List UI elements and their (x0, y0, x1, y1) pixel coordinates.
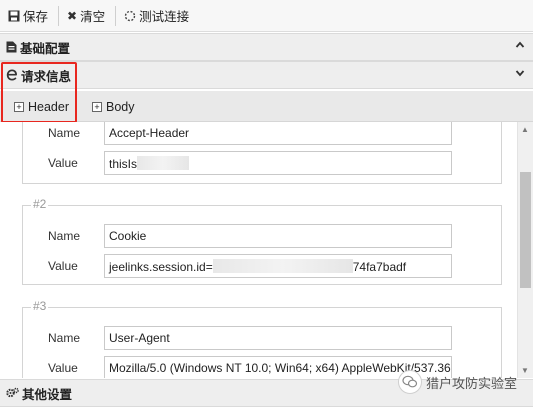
name-label: Name (48, 126, 81, 140)
header-value-prefix: jeelinks.session.id= (109, 260, 213, 274)
header-name-input[interactable]: Accept-Header (104, 122, 452, 145)
name-label: Name (48, 229, 81, 243)
header-name-input[interactable]: Cookie (104, 224, 452, 248)
vertical-scrollbar[interactable]: ▲ ▼ (517, 122, 533, 378)
clear-label: 清空 (80, 10, 106, 24)
save-icon (8, 10, 20, 22)
save-button[interactable]: 保存 (6, 0, 56, 32)
toolbar: 保存 ✖ 清空 测试连接 (0, 0, 533, 32)
scroll-up-arrow-icon[interactable]: ▲ (521, 125, 529, 134)
section-basic-config-title: 基础配置 (20, 41, 71, 56)
chevron-up-icon[interactable] (515, 40, 525, 53)
value-label: Value (48, 259, 78, 273)
redacted-blur (137, 156, 190, 170)
gears-icon (6, 387, 19, 399)
value-label: Value (48, 156, 78, 170)
header-name-value: Cookie (109, 229, 147, 243)
header-entry: Name Accept-Header Value thisIs (22, 122, 502, 184)
section-basic-config[interactable]: 基础配置 (0, 33, 533, 61)
plus-square-icon: + (14, 102, 24, 112)
redacted-blur (212, 259, 353, 273)
header-name-value: Accept-Header (109, 126, 190, 140)
tab-header-label: Header (28, 100, 69, 114)
toolbar-divider (58, 5, 60, 26)
header-value-input[interactable]: thisIs (104, 151, 452, 175)
section-request-info[interactable]: 请求信息 (0, 61, 533, 89)
request-tabs: + Header + Body (0, 91, 533, 122)
name-label: Name (48, 331, 81, 345)
ie-icon (6, 69, 18, 81)
header-value-text: thisIs (109, 157, 138, 171)
section-request-info-title: 请求信息 (21, 69, 72, 84)
header-name-value: User-Agent (109, 331, 170, 345)
section-other-settings-title: 其他设置 (22, 387, 73, 402)
tab-body-label: Body (106, 100, 135, 114)
entry-number: #3 (31, 299, 49, 313)
watermark-text: 猎户攻防实验室 (426, 375, 518, 391)
tab-header[interactable]: + Header (14, 96, 69, 118)
header-value-suffix: 74fa7badf (352, 260, 407, 274)
spinner-icon (124, 10, 136, 22)
save-label: 保存 (23, 10, 49, 24)
header-entry: #3 Name User-Agent Value Mozilla/5.0 (Wi… (22, 299, 502, 378)
header-name-input[interactable]: User-Agent (104, 326, 452, 350)
scroll-down-arrow-icon[interactable]: ▼ (521, 366, 529, 375)
toolbar-divider (115, 5, 117, 26)
entry-number: #2 (31, 197, 49, 211)
test-connection-label: 测试连接 (139, 10, 190, 24)
plus-square-icon: + (92, 102, 102, 112)
chevron-down-icon[interactable] (515, 68, 525, 81)
wechat-logo-icon (398, 370, 422, 394)
tab-body[interactable]: + Body (92, 96, 135, 118)
close-icon: ✖ (67, 8, 78, 23)
test-connection-button[interactable]: 测试连接 (122, 0, 197, 32)
document-icon (6, 41, 17, 53)
value-label: Value (48, 361, 78, 375)
watermark: 猎户攻防实验室 (398, 370, 517, 394)
header-entry: #2 Name Cookie Value jeelinks.session.id… (22, 197, 502, 285)
header-value-input[interactable]: jeelinks.session.id= 74fa7badf (104, 254, 452, 278)
header-entries-panel: Name Accept-Header Value thisIs #2 Name … (0, 122, 517, 378)
scrollbar-thumb[interactable] (520, 172, 531, 288)
clear-button[interactable]: ✖ 清空 (65, 0, 113, 32)
